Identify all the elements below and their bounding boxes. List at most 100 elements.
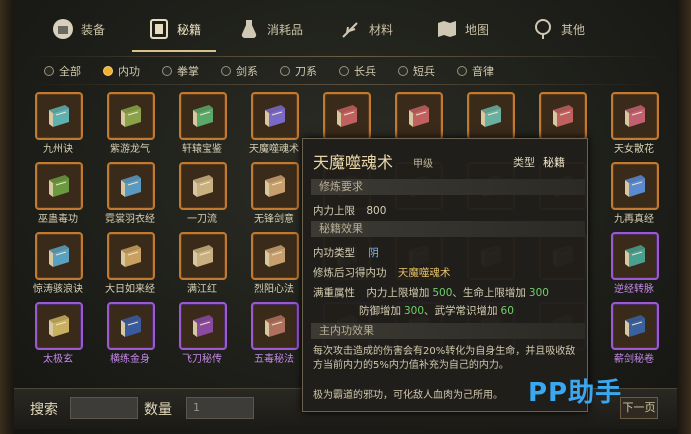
- tab-armor[interactable]: 装备: [30, 8, 126, 50]
- secret-book-icon: [179, 302, 227, 350]
- search-input[interactable]: [70, 397, 138, 419]
- item-slot[interactable]: 惊涛骇浪诀: [28, 232, 100, 302]
- item-name: 惊涛骇浪诀: [33, 284, 83, 295]
- tab-consumables[interactable]: 消耗品: [222, 8, 318, 50]
- filter-label: 短兵: [413, 65, 435, 78]
- learned-value: 天魔噬魂术: [397, 267, 451, 279]
- filter-label: 内功: [118, 65, 140, 78]
- item-slot[interactable]: 天女散花: [604, 92, 676, 162]
- radio-icon: [280, 66, 290, 76]
- filter-label: 长兵: [354, 65, 376, 78]
- effects-section: 秘籍效果: [311, 221, 585, 237]
- secret-book-icon: [35, 232, 83, 280]
- radio-icon: [398, 66, 408, 76]
- secret-book-icon: [35, 162, 83, 210]
- item-slot[interactable]: 九再真经: [604, 162, 676, 232]
- item-slot[interactable]: 巫蛊毒功: [28, 162, 100, 232]
- item-slot[interactable]: 飞刀秘传: [172, 302, 244, 372]
- filter-music[interactable]: 音律: [457, 62, 494, 80]
- item-slot[interactable]: 逆经转脉: [604, 232, 676, 302]
- item-name: 五毒秘法: [254, 354, 294, 365]
- filter-label: 拳掌: [177, 65, 199, 78]
- filter-blade[interactable]: 刀系: [280, 62, 317, 80]
- tab-secret-books[interactable]: 秘籍: [126, 8, 222, 52]
- filter-all[interactable]: 全部: [44, 62, 81, 80]
- tab-materials[interactable]: 材料: [318, 8, 414, 50]
- radio-icon: [221, 66, 231, 76]
- tab-label: 秘籍: [176, 22, 201, 37]
- secret-book-icon: [395, 92, 443, 140]
- filter-label: 刀系: [295, 65, 317, 78]
- secret-book-icon: [107, 162, 155, 210]
- item-slot[interactable]: 太极玄: [28, 302, 100, 372]
- filter-polearm[interactable]: 长兵: [339, 62, 376, 80]
- armor-icon: [51, 17, 75, 41]
- item-slot[interactable]: 霓裳羽衣经: [100, 162, 172, 232]
- req-label: 内力上限: [313, 205, 355, 217]
- neigong-type-row: 内功类型 阴: [313, 245, 379, 260]
- misc-icon: [531, 17, 555, 41]
- req-row: 内力上限 800: [313, 203, 386, 218]
- tab-label: 其他: [560, 22, 585, 37]
- secret-book-icon: [179, 232, 227, 280]
- secret-book-icon: [323, 92, 371, 140]
- filter-fist[interactable]: 拳掌: [162, 62, 199, 80]
- attr-value: 300: [528, 287, 549, 299]
- secret-book-icon: [611, 302, 659, 350]
- secret-book-icon: [611, 232, 659, 280]
- tabs-divider: [24, 56, 664, 57]
- attr-text: 防御增加: [359, 305, 401, 317]
- learned-label: 修炼后习得内功: [313, 267, 387, 279]
- radio-icon: [162, 66, 172, 76]
- book-icon: [147, 17, 171, 41]
- attr-text: 、武学常识增加: [424, 305, 498, 317]
- tab-other[interactable]: 其他: [510, 8, 606, 50]
- quantity-input[interactable]: 1: [186, 397, 254, 419]
- item-slot[interactable]: 满江红: [172, 232, 244, 302]
- main-effect-description: 每次攻击造成的伤害会有20%转化为自身生命，并且吸收敌方当前内力的5%内力值补充…: [313, 346, 576, 371]
- potion-icon: [237, 17, 261, 41]
- filter-sword[interactable]: 剑系: [221, 62, 258, 80]
- filter-label: 全部: [59, 65, 81, 78]
- item-slot[interactable]: 九州诀: [28, 92, 100, 162]
- attr-value: 500: [432, 287, 453, 299]
- category-tabs: 装备 秘籍 消耗品 材料 地图 其他: [30, 8, 650, 54]
- item-slot[interactable]: 紫游龙气: [100, 92, 172, 162]
- req-value: 800: [366, 205, 387, 217]
- neigong-type-label: 内功类型: [313, 247, 355, 259]
- tab-map[interactable]: 地图: [414, 8, 510, 50]
- item-name: 满江红: [187, 284, 217, 295]
- item-name: 九州诀: [43, 144, 73, 155]
- secret-book-icon: [179, 92, 227, 140]
- item-slot[interactable]: 轩辕宝鉴: [172, 92, 244, 162]
- item-name: 薪剑秘卷: [614, 354, 654, 365]
- filters-divider: [24, 84, 664, 85]
- item-name: 天魔噬魂术: [249, 144, 299, 155]
- full-attr-row: 满重属性 内力上限增加 500、生命上限增加 300: [313, 285, 549, 300]
- item-name: 九再真经: [614, 214, 654, 225]
- secret-book-icon: [107, 302, 155, 350]
- filter-short[interactable]: 短兵: [398, 62, 435, 80]
- filter-neigong[interactable]: 内功: [103, 62, 140, 80]
- tooltip-type-label: 类型: [513, 156, 535, 169]
- main-effect-section: 主内功效果: [311, 323, 585, 339]
- attr-text: 、生命上限增加: [452, 287, 526, 299]
- item-name: 霓裳羽衣经: [105, 214, 155, 225]
- next-page-button[interactable]: 下一页: [620, 397, 658, 419]
- secret-book-icon: [179, 162, 227, 210]
- neigong-type-value: 阴: [368, 247, 379, 259]
- item-slot[interactable]: 横练金身: [100, 302, 172, 372]
- secret-book-icon: [251, 92, 299, 140]
- item-name: 巫蛊毒功: [38, 214, 78, 225]
- search-label: 搜索: [30, 402, 58, 418]
- secret-book-icon: [611, 92, 659, 140]
- attr-value: 300: [404, 305, 425, 317]
- item-slot[interactable]: 一刀流: [172, 162, 244, 232]
- tab-label: 消耗品: [266, 22, 303, 37]
- radio-checked-icon: [103, 66, 113, 76]
- item-slot[interactable]: 大日如来经: [100, 232, 172, 302]
- left-border: [0, 0, 14, 434]
- item-name: 大日如来经: [105, 284, 155, 295]
- secret-book-icon: [107, 232, 155, 280]
- item-slot[interactable]: 薪剑秘卷: [604, 302, 676, 372]
